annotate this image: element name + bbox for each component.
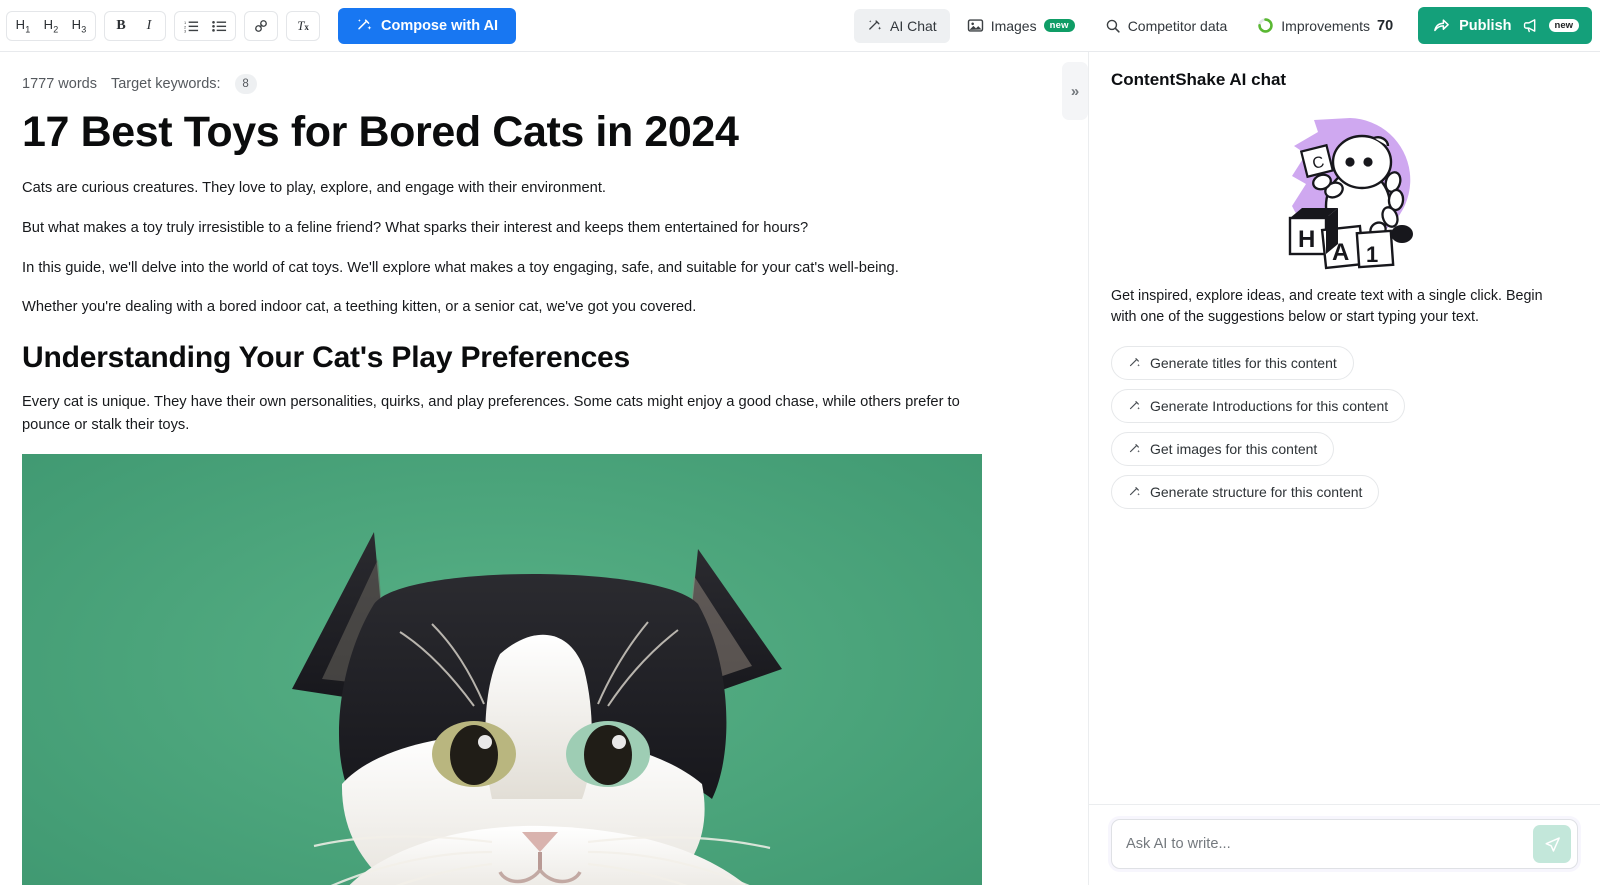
share-arrow-icon (1433, 17, 1450, 34)
clear-format-icon: Tx (297, 17, 309, 33)
section-heading: Understanding Your Cat's Play Preference… (22, 341, 631, 375)
suggestion-chip-list: Generate titles for this content Generat… (1111, 346, 1578, 510)
compose-with-ai-button[interactable]: Compose with AI (338, 7, 517, 44)
compose-with-ai-label: Compose with AI (381, 17, 499, 34)
magic-wand-icon (1128, 442, 1142, 456)
suggestion-label: Generate structure for this content (1150, 484, 1363, 501)
cat-photo-illustration (22, 453, 982, 885)
send-paper-plane-icon (1543, 835, 1562, 854)
tab-ai-chat-label: AI Chat (889, 17, 937, 34)
top-nav: AI Chat Images new Competitor data Impro… (853, 7, 1592, 44)
ai-chat-panel: ContentShake AI chat C H A 1 Get inspire… (1088, 52, 1600, 885)
chat-input-footer (1089, 804, 1600, 885)
suggestion-label: Generate Introductions for this content (1150, 398, 1389, 415)
tab-images[interactable]: Images new (954, 9, 1088, 43)
suggestion-label: Get images for this content (1150, 441, 1318, 458)
word-count: 1777 words (22, 76, 97, 92)
heading-2-label: H2 (43, 16, 59, 35)
link-icon (253, 18, 269, 34)
robot-illustration-wrapper: C H A 1 (1111, 96, 1578, 286)
suggestion-generate-structure[interactable]: Generate structure for this content (1111, 475, 1380, 510)
magic-wand-icon (1128, 356, 1142, 370)
magic-wand-icon (1128, 399, 1142, 413)
tab-competitor-data[interactable]: Competitor data (1092, 9, 1241, 43)
target-keywords-label: Target keywords: (110, 76, 221, 92)
italic-label: I (146, 17, 152, 33)
double-chevron-right-icon: » (1070, 82, 1080, 100)
chat-intro-text: Get inspired, explore ideas, and create … (1111, 288, 1543, 326)
publish-label: Publish (1459, 17, 1512, 34)
tab-images-label: Images (990, 17, 1037, 34)
improvements-indicator[interactable]: Improvements 70 (1244, 9, 1406, 43)
heading-3-button[interactable]: H3 (65, 13, 93, 39)
link-button-group (244, 10, 278, 41)
target-keywords-count[interactable]: 8 (234, 74, 257, 94)
app-root: H1 H2 H3 B I 123 Tx Compose with AI AI C… (0, 0, 1600, 885)
publish-promo[interactable]: new (1523, 18, 1579, 33)
top-toolbar: H1 H2 H3 B I 123 Tx Compose with AI AI C… (0, 0, 1600, 52)
text-style-button-group: B I (104, 10, 166, 41)
heading-2-button[interactable]: H2 (37, 13, 65, 39)
clear-formatting-button[interactable]: Tx (289, 13, 317, 39)
paragraph-5: Every cat is unique. They have their own… (22, 394, 960, 433)
suggestion-generate-titles[interactable]: Generate titles for this content (1111, 346, 1354, 381)
heading-3-label: H3 (71, 16, 87, 35)
search-icon (1105, 18, 1121, 34)
megaphone-icon (1523, 18, 1540, 33)
collapse-panel-toggle[interactable]: » (1062, 62, 1088, 120)
chat-panel-title: ContentShake AI chat (1111, 70, 1287, 89)
paragraph-2: But what makes a toy truly irresistible … (22, 219, 809, 236)
images-new-badge: new (1043, 18, 1075, 33)
magic-wand-icon (867, 18, 883, 34)
tab-ai-chat[interactable]: AI Chat (853, 8, 950, 43)
bullet-list-button[interactable] (205, 13, 233, 39)
clear-format-button-group: Tx (286, 10, 320, 41)
paragraph-4: Whether you're dealing with a bored indo… (22, 299, 697, 316)
article-image[interactable] (22, 453, 982, 885)
progress-ring-icon (1257, 17, 1274, 34)
paragraph-3: In this guide, we'll delve into the worl… (22, 259, 899, 276)
page-title: 17 Best Toys for Bored Cats in 2024 (22, 108, 739, 156)
svg-text:A: A (1332, 239, 1349, 266)
ordered-list-icon: 123 (184, 19, 199, 33)
main-body: 1777 words Target keywords: 8 17 Best To… (0, 52, 1600, 885)
publish-new-badge: new (1548, 18, 1579, 33)
magic-wand-icon (356, 17, 373, 34)
bold-label: B (116, 17, 126, 33)
italic-button[interactable]: I (135, 13, 163, 39)
heading-1-button[interactable]: H1 (9, 13, 37, 39)
suggestion-get-images[interactable]: Get images for this content (1111, 432, 1335, 467)
formatting-toolbar: H1 H2 H3 B I 123 Tx Compose with AI (6, 7, 517, 44)
publish-button[interactable]: Publish new (1418, 7, 1592, 44)
chat-message-area: C H A 1 Get inspired, explore ideas, and… (1089, 96, 1600, 804)
svg-text:1: 1 (1366, 242, 1378, 267)
bold-button[interactable]: B (107, 13, 135, 39)
chat-input[interactable] (1112, 820, 1577, 868)
svg-text:H: H (1298, 226, 1315, 253)
robot-with-letter-blocks-illustration: C H A 1 (1288, 118, 1413, 270)
paragraph-1: Cats are curious creatures. They love to… (22, 180, 607, 197)
heading-button-group: H1 H2 H3 (6, 10, 96, 41)
publish-main: Publish (1433, 17, 1512, 34)
send-message-button[interactable] (1533, 825, 1571, 863)
suggestion-generate-introductions[interactable]: Generate Introductions for this content (1111, 389, 1406, 424)
suggestion-label: Generate titles for this content (1150, 355, 1337, 372)
bullet-list-icon (211, 19, 227, 33)
chat-input-wrapper[interactable] (1111, 819, 1578, 869)
tab-competitor-data-label: Competitor data (1127, 17, 1228, 34)
document-editor[interactable]: 1777 words Target keywords: 8 17 Best To… (0, 52, 1088, 885)
ordered-list-button[interactable]: 123 (177, 13, 205, 39)
heading-1-label: H1 (15, 16, 31, 35)
list-button-group: 123 (174, 10, 236, 41)
magic-wand-icon (1128, 485, 1142, 499)
svg-text:3: 3 (184, 28, 187, 33)
improvements-value: 70 (1377, 17, 1394, 34)
link-button[interactable] (247, 13, 275, 39)
improvements-label: Improvements (1281, 17, 1370, 34)
image-icon (967, 17, 984, 34)
document-meta: 1777 words Target keywords: 8 (22, 74, 1048, 94)
